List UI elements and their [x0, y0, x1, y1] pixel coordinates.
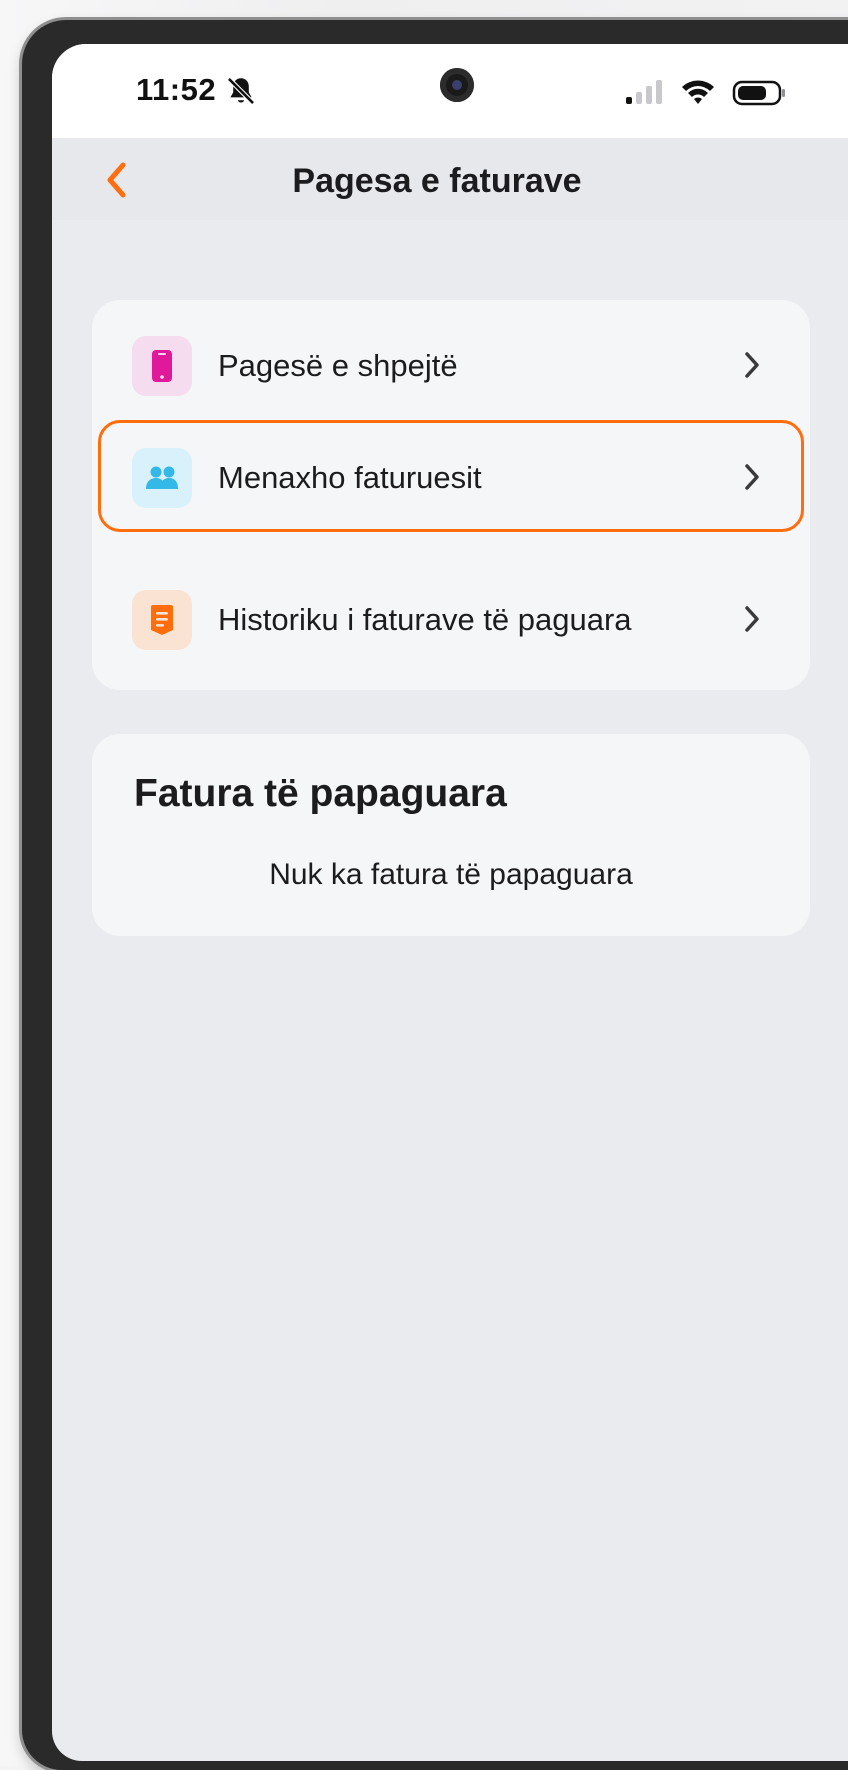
unpaid-bills-card: Fatura të papaguara Nuk ka fatura të pap…	[92, 734, 810, 936]
status-bar: 11:52	[52, 44, 848, 138]
empty-state-message: Nuk ka fatura të papaguara	[269, 858, 633, 891]
wifi-icon	[682, 80, 714, 104]
page-title: Pagesa e faturave	[292, 162, 582, 200]
chevron-right-icon	[745, 464, 759, 490]
people-icon	[132, 448, 192, 508]
chevron-right-icon	[745, 606, 759, 632]
menu-item-quick-payment[interactable]: Pagesë e shpejtë	[92, 308, 810, 420]
bell-slash-icon	[227, 77, 255, 105]
unpaid-bills-title: Fatura të papaguara	[134, 772, 507, 815]
menu-item-label: Historiku i faturave të paguara	[218, 602, 632, 637]
menu-card: Pagesë e shpejtë Menaxho faturuesit Hist…	[92, 300, 810, 690]
battery-icon	[732, 80, 785, 106]
chevron-left-icon	[107, 162, 126, 198]
menu-item-label: Menaxho faturuesit	[218, 460, 482, 495]
nav-bar: Pagesa e faturave	[52, 138, 848, 220]
app-screen: 11:52 Pagesa e faturave Pagesë e shpejtë…	[52, 44, 848, 1761]
chevron-right-icon	[745, 352, 759, 378]
camera-icon	[440, 68, 474, 102]
signal-icon	[626, 80, 662, 104]
menu-item-label: Pagesë e shpejtë	[218, 348, 458, 383]
phone-icon	[132, 336, 192, 396]
back-button[interactable]	[92, 156, 140, 204]
menu-item-manage-billers[interactable]: Menaxho faturuesit	[98, 420, 804, 532]
receipt-icon	[132, 590, 192, 650]
menu-item-paid-history[interactable]: Historiku i faturave të paguara	[92, 562, 810, 674]
status-time: 11:52	[136, 72, 217, 107]
